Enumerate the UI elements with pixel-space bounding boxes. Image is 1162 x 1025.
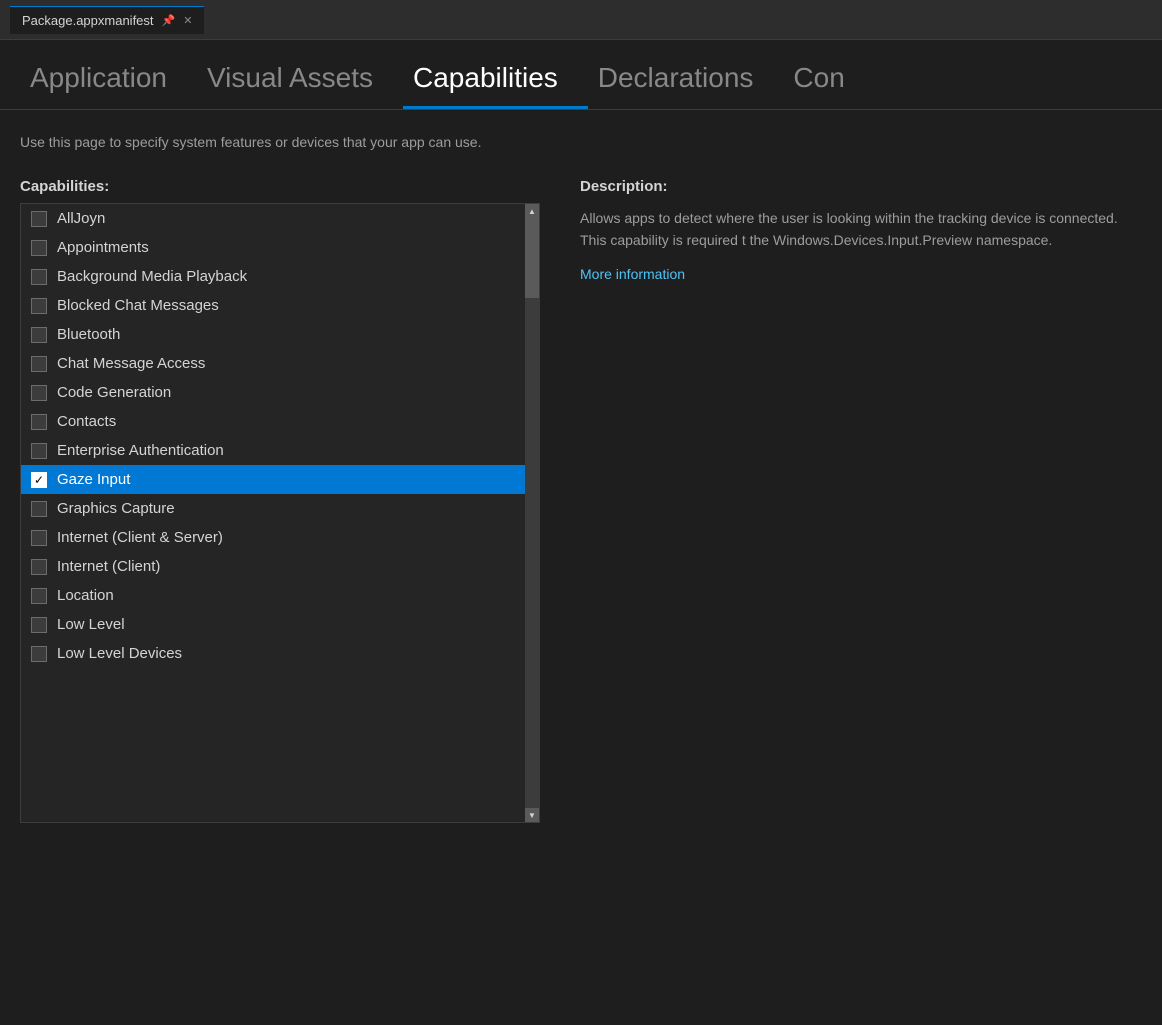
title-bar: Package.appxmanifest 📌 ✕ [0,0,1162,40]
capability-item-low-level-devices[interactable]: Low Level Devices [21,639,525,668]
capability-item-chat-message-access[interactable]: Chat Message Access [21,349,525,378]
capability-label-gaze-input: Gaze Input [57,471,130,488]
capability-label-low-level-devices: Low Level Devices [57,645,182,662]
capability-label-internet-client: Internet (Client) [57,558,160,575]
tab-con[interactable]: Con [783,52,874,109]
pin-icon[interactable]: 📌 [162,14,176,27]
capabilities-title: Capabilities: [20,178,540,195]
capability-label-enterprise-authentication: Enterprise Authentication [57,442,224,459]
checkbox-blocked-chat-messages[interactable] [31,298,47,314]
checkbox-chat-message-access[interactable] [31,356,47,372]
page-content: Use this page to specify system features… [0,110,1162,843]
scrollbar-track [525,218,539,808]
checkbox-location[interactable] [31,588,47,604]
tab-declarations[interactable]: Declarations [588,52,784,109]
page-description: Use this page to specify system features… [20,134,1142,150]
capabilities-list[interactable]: AllJoyn Appointments Background Media Play… [21,204,525,822]
capability-label-code-generation: Code Generation [57,384,171,401]
capability-label-contacts: Contacts [57,413,116,430]
main-layout: Capabilities: AllJoyn Appointments Backgro… [20,178,1142,823]
checkbox-bluetooth[interactable] [31,327,47,343]
capability-item-internet-client[interactable]: Internet (Client) [21,552,525,581]
checkbox-alljoyn[interactable] [31,211,47,227]
more-info-link[interactable]: More information [580,266,685,282]
capabilities-list-container: AllJoyn Appointments Background Media Play… [20,203,540,823]
capability-label-low-level: Low Level [57,616,125,633]
close-icon[interactable]: ✕ [183,14,192,27]
scrollbar-down-arrow[interactable]: ▼ [525,808,539,822]
checkbox-code-generation[interactable] [31,385,47,401]
capability-item-gaze-input[interactable]: ✓ Gaze Input [21,465,525,494]
nav-tab-container: Application Visual Assets Capabilities D… [20,52,1142,109]
checkbox-graphics-capture[interactable] [31,501,47,517]
capability-item-low-level[interactable]: Low Level [21,610,525,639]
capability-item-bluetooth[interactable]: Bluetooth [21,320,525,349]
capabilities-panel: Capabilities: AllJoyn Appointments Backgro… [20,178,540,823]
scrollbar-thumb[interactable] [525,218,539,298]
capability-label-chat-message-access: Chat Message Access [57,355,205,372]
description-text: Allows apps to detect where the user is … [580,207,1142,252]
description-panel: Description: Allows apps to detect where… [580,178,1142,282]
tab-application[interactable]: Application [20,52,197,109]
checkbox-gaze-input[interactable]: ✓ [31,472,47,488]
capability-label-location: Location [57,587,114,604]
description-title: Description: [580,178,1142,195]
capability-item-alljoyn[interactable]: AllJoyn [21,204,525,233]
checkbox-appointments[interactable] [31,240,47,256]
checkbox-low-level[interactable] [31,617,47,633]
checkbox-background-media-playback[interactable] [31,269,47,285]
capability-item-blocked-chat-messages[interactable]: Blocked Chat Messages [21,291,525,320]
tab-capabilities[interactable]: Capabilities [403,52,588,109]
title-bar-tab[interactable]: Package.appxmanifest 📌 ✕ [10,6,204,34]
capability-item-graphics-capture[interactable]: Graphics Capture [21,494,525,523]
capability-label-graphics-capture: Graphics Capture [57,500,175,517]
capability-item-code-generation[interactable]: Code Generation [21,378,525,407]
scrollbar-up-arrow[interactable]: ▲ [525,204,539,218]
checkbox-internet-client-server[interactable] [31,530,47,546]
capability-item-appointments[interactable]: Appointments [21,233,525,262]
capability-label-background-media-playback: Background Media Playback [57,268,247,285]
checkbox-low-level-devices[interactable] [31,646,47,662]
capability-item-contacts[interactable]: Contacts [21,407,525,436]
tab-filename: Package.appxmanifest [22,13,154,28]
capability-label-blocked-chat-messages: Blocked Chat Messages [57,297,219,314]
checkbox-enterprise-authentication[interactable] [31,443,47,459]
capability-item-internet-client-server[interactable]: Internet (Client & Server) [21,523,525,552]
capability-item-background-media-playback[interactable]: Background Media Playback [21,262,525,291]
capability-label-appointments: Appointments [57,239,149,256]
capability-label-alljoyn: AllJoyn [57,210,105,227]
checkbox-internet-client[interactable] [31,559,47,575]
scrollbar[interactable]: ▲ ▼ [525,204,539,822]
capability-item-location[interactable]: Location [21,581,525,610]
nav-tabs: Application Visual Assets Capabilities D… [0,40,1162,110]
checkbox-contacts[interactable] [31,414,47,430]
capability-label-internet-client-server: Internet (Client & Server) [57,529,223,546]
capability-item-enterprise-authentication[interactable]: Enterprise Authentication [21,436,525,465]
tab-visual-assets[interactable]: Visual Assets [197,52,403,109]
capability-label-bluetooth: Bluetooth [57,326,120,343]
